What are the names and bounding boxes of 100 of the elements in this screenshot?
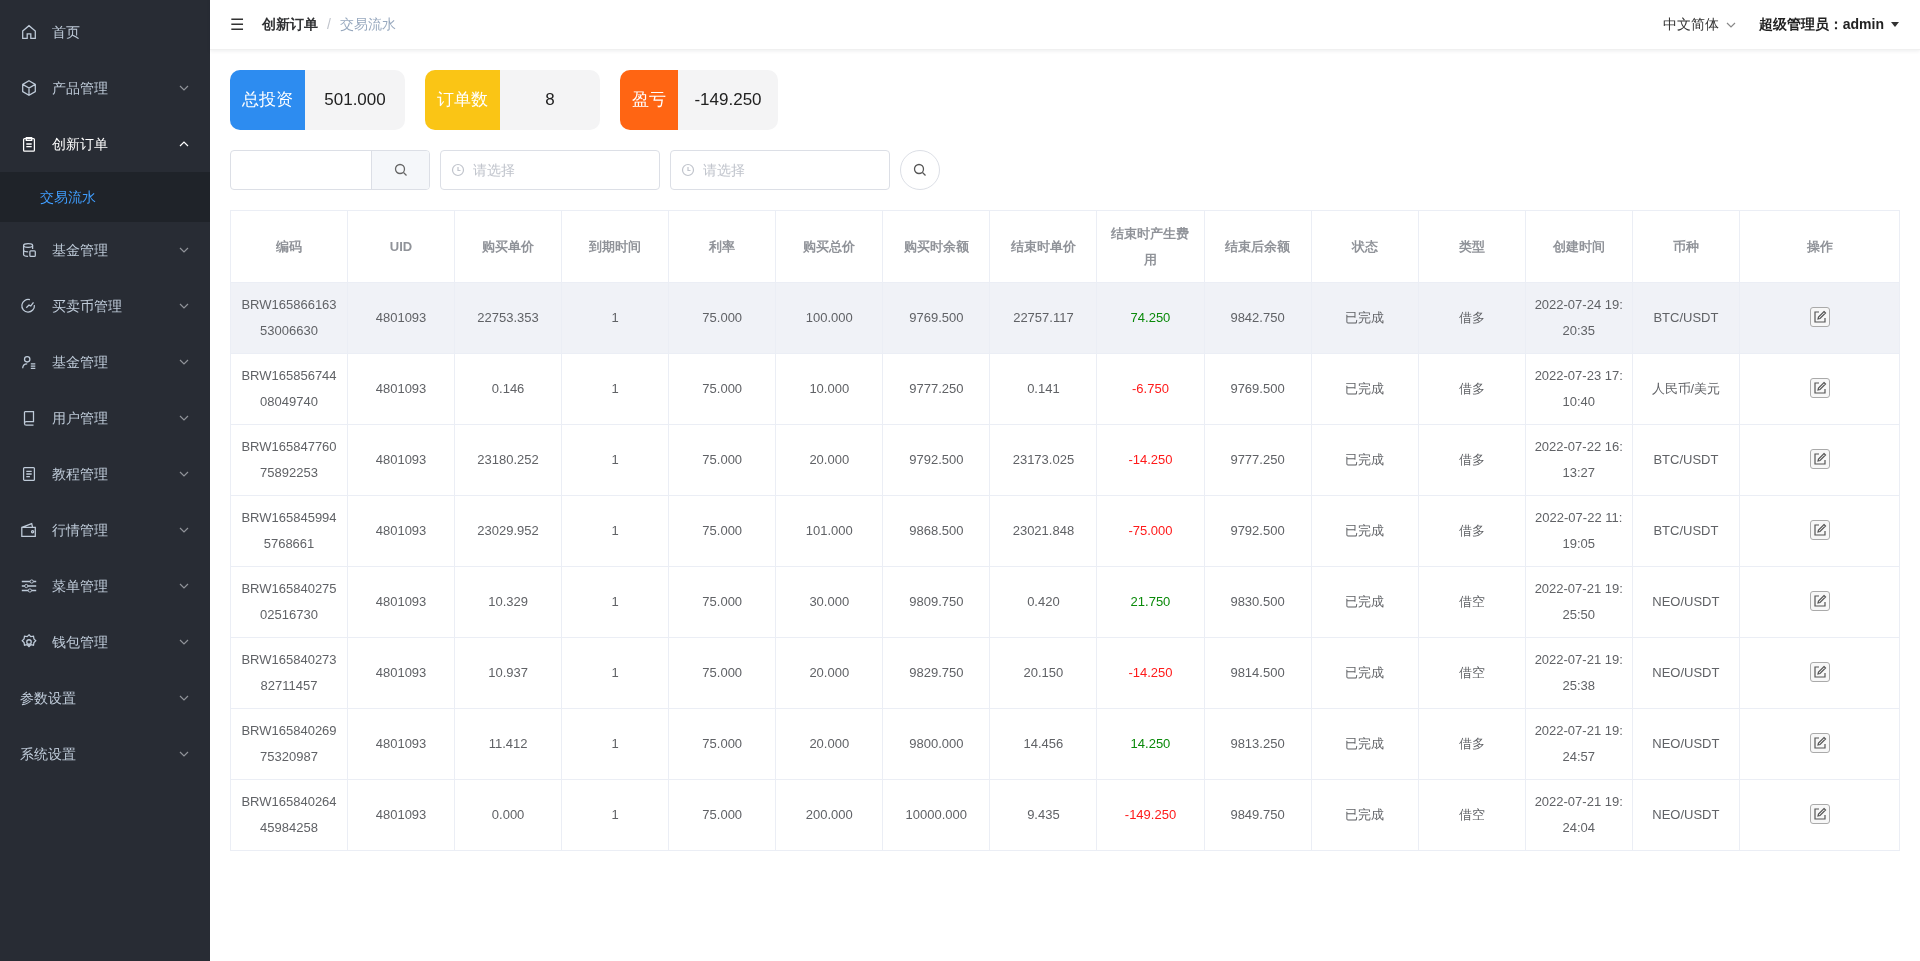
table-cell: 10.937	[454, 637, 562, 709]
column-header: 操作	[1739, 210, 1900, 283]
table-row[interactable]: BRW16584026445984258 4801093 0.000 1 75.000 200.000 10000.000 9.435 -149.250 9849.750 已完成 借空 2022-07-21 19:24:04 NEO/USDT	[230, 779, 1900, 851]
table-cell: NEO/USDT	[1632, 708, 1740, 780]
table-cell: BRW16584027502516730	[230, 566, 348, 638]
table-row[interactable]: BRW16584026975320987 4801093 11.412 1 75.000 20.000 9800.000 14.456 14.250 9813.250 已完成 借多 2022-07-21 19:24:57 NEO/USDT	[230, 708, 1900, 780]
wallet-icon	[20, 521, 38, 539]
column-header: 结束时单价	[989, 210, 1097, 283]
sidebar-item[interactable]: 行情管理	[0, 502, 210, 558]
sidebar-item[interactable]: 用户管理	[0, 390, 210, 446]
table-cell: 23021.848	[989, 495, 1097, 567]
table-cell: 4801093	[347, 424, 455, 496]
table-cell: 0.420	[989, 566, 1097, 638]
submenu-item[interactable]: 交易流水	[0, 172, 210, 222]
table-cell: NEO/USDT	[1632, 637, 1740, 709]
table-cell: NEO/USDT	[1632, 779, 1740, 851]
sidebar-item[interactable]: 首页	[0, 4, 210, 60]
table-cell: 100.000	[775, 282, 883, 354]
user-dropdown[interactable]: 超级管理员：admin	[1758, 14, 1900, 35]
edit-button[interactable]	[1809, 519, 1830, 540]
table-cell: 已完成	[1311, 708, 1419, 780]
table-cell: 10000.000	[882, 779, 990, 851]
table-cell: BRW16586616353006630	[230, 282, 348, 354]
edit-button[interactable]	[1809, 590, 1830, 611]
table-cell: 21.750	[1096, 566, 1204, 638]
sidebar-item[interactable]: 买卖币管理	[0, 278, 210, 334]
stat-value: -149.250	[693, 89, 763, 112]
table-row[interactable]: BRW16584027502516730 4801093 10.329 1 75.000 30.000 9809.750 0.420 21.750 9830.500 已完成 借空 2022-07-21 19:25:50 NEO/USDT	[230, 566, 1900, 638]
sidebar-item[interactable]: 产品管理	[0, 60, 210, 116]
clock-icon	[451, 163, 465, 177]
search-field[interactable]	[230, 150, 430, 190]
edit-button[interactable]	[1809, 448, 1830, 469]
edit-button[interactable]	[1809, 306, 1830, 327]
table-cell: 200.000	[775, 779, 883, 851]
table-cell: 30.000	[775, 566, 883, 638]
table-cell: 借多	[1418, 353, 1526, 425]
table-cell: 74.250	[1096, 282, 1204, 354]
table-cell: 4801093	[347, 637, 455, 709]
table-cell: 2022-07-22 16:13:27	[1525, 424, 1633, 496]
breadcrumb-link[interactable]: 创新订单	[262, 14, 318, 35]
stat-value: 501.000	[323, 89, 387, 112]
sidebar-item[interactable]: 钱包管理	[0, 614, 210, 670]
table-cell: 0.000	[454, 779, 562, 851]
table-cell: 9800.000	[882, 708, 990, 780]
table-cell: 0.141	[989, 353, 1097, 425]
edit-icon	[1812, 380, 1827, 395]
table-cell: 2022-07-22 11:19:05	[1525, 495, 1633, 567]
sidebar-item[interactable]: 基金管理	[0, 222, 210, 278]
sidebar-item[interactable]: 创新订单	[0, 116, 210, 172]
table-cell: 借空	[1418, 566, 1526, 638]
table-cell: -14.250	[1096, 637, 1204, 709]
column-header: 结束时产生费用	[1096, 210, 1204, 283]
sidebar-item[interactable]: 教程管理	[0, 446, 210, 502]
table-cell: 75.000	[668, 708, 776, 780]
table-cell: BRW16585674408049740	[230, 353, 348, 425]
table-cell: 借空	[1418, 637, 1526, 709]
edit-icon	[1812, 451, 1827, 466]
edit-button[interactable]	[1809, 661, 1830, 682]
table-cell: 4801093	[347, 495, 455, 567]
stat-label: 订单数	[425, 70, 500, 130]
table-cell: 75.000	[668, 353, 776, 425]
search-icon	[393, 163, 408, 177]
sidebar-item[interactable]: 菜单管理	[0, 558, 210, 614]
table-cell: 1	[561, 282, 669, 354]
sidebar-item[interactable]: 基金管理	[0, 334, 210, 390]
language-dropdown[interactable]: 中文简体	[1662, 14, 1737, 35]
table-cell: NEO/USDT	[1632, 566, 1740, 638]
table-cell: BTC/USDT	[1632, 495, 1740, 567]
table-cell: BRW1658459945768661	[230, 495, 348, 567]
edit-button[interactable]	[1809, 377, 1830, 398]
stat-label: 盈亏	[620, 70, 678, 130]
menu-toggle[interactable]: ☰	[230, 12, 244, 37]
table-cell: BTC/USDT	[1632, 424, 1740, 496]
table-cell: 10.000	[775, 353, 883, 425]
table-cell: 借多	[1418, 495, 1526, 567]
table-cell: 已完成	[1311, 566, 1419, 638]
table-cell: 23180.252	[454, 424, 562, 496]
column-header: 购买总价	[775, 210, 883, 283]
table-cell: 4801093	[347, 282, 455, 354]
edit-icon	[1812, 593, 1827, 608]
sidebar-item[interactable]: 系统设置	[0, 726, 210, 782]
table-cell: 借多	[1418, 424, 1526, 496]
breadcrumb-separator: /	[327, 15, 331, 34]
table-row[interactable]: BRW16584776075892253 4801093 23180.252 1 75.000 20.000 9792.500 23173.025 -14.250 9777.250 已完成 借多 2022-07-22 16:13:27 BTC/USDT	[230, 424, 1900, 496]
table-cell: 9842.750	[1204, 282, 1312, 354]
table-cell: 9814.500	[1204, 637, 1312, 709]
stat-label: 总投资	[230, 70, 305, 130]
table-cell: 9849.750	[1204, 779, 1312, 851]
table-row[interactable]: BRW1658459945768661 4801093 23029.952 1 75.000 101.000 9868.500 23021.848 -75.000 9792.500 已完成 借多 2022-07-22 11:19:05 BTC/USDT	[230, 495, 1900, 567]
column-header: UID	[347, 210, 455, 283]
table-row[interactable]: BRW16585674408049740 4801093 0.146 1 75.000 10.000 9777.250 0.141 -6.750 9769.500 已完成 借多 2022-07-23 17:10:40 人民币/美元	[230, 353, 1900, 425]
table-cell: 20.000	[775, 637, 883, 709]
breadcrumb-current: 交易流水	[339, 15, 396, 34]
table-row[interactable]: BRW16586616353006630 4801093 22753.353 1 75.000 100.000 9769.500 22757.117 74.250 9842.750 已完成 借多 2022-07-24 19:20:35 BTC/USDT	[230, 282, 1900, 354]
chart-circle-icon	[20, 297, 38, 315]
sidebar-item[interactable]: 参数设置	[0, 670, 210, 726]
edit-button[interactable]	[1809, 732, 1830, 753]
table-row[interactable]: BRW16584027382711457 4801093 10.937 1 75.000 20.000 9829.750 20.150 -14.250 9814.500 已完成 借空 2022-07-21 19:25:38 NEO/USDT	[230, 637, 1900, 709]
edit-button[interactable]	[1809, 803, 1830, 824]
table-cell: 75.000	[668, 566, 776, 638]
